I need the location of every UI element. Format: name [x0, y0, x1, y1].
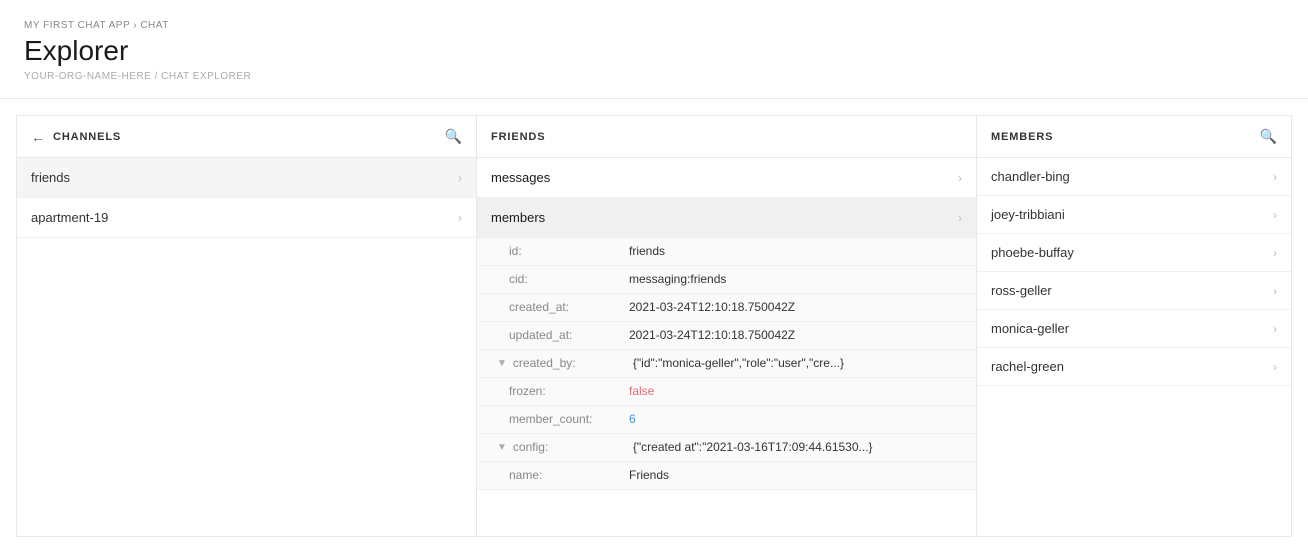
- chevron-right-icon: ›: [1273, 284, 1277, 298]
- detail-row-created-by: ▼ created_by: {"id":"monica-geller","rol…: [477, 350, 976, 378]
- members-panel-title: MEMBERS: [991, 131, 1053, 143]
- member-name: phoebe-buffay: [991, 245, 1074, 260]
- member-item-rachel[interactable]: rachel-green ›: [977, 348, 1291, 386]
- friends-messages-item[interactable]: messages ›: [477, 158, 976, 198]
- member-item-joey[interactable]: joey-tribbiani ›: [977, 196, 1291, 234]
- detail-row-created-at: created_at: 2021-03-24T12:10:18.750042Z: [477, 294, 976, 322]
- channels-panel: ← CHANNELS 🔍 friends › apartment-19 ›: [17, 116, 477, 536]
- detail-value-created-at: 2021-03-24T12:10:18.750042Z: [629, 300, 795, 314]
- detail-row-name: name: Friends: [477, 462, 976, 490]
- detail-value-cid: messaging:friends: [629, 272, 726, 286]
- detail-row-member-count: member_count: 6: [477, 406, 976, 434]
- detail-key-frozen: frozen:: [509, 384, 629, 398]
- detail-key-created-by: created_by:: [513, 356, 633, 370]
- friends-panel: FRIENDS messages › members › id: friends…: [477, 116, 977, 536]
- chevron-right-icon: ›: [1273, 170, 1277, 184]
- members-list: chandler-bing › joey-tribbiani › phoebe-…: [977, 158, 1291, 386]
- detail-value-id: friends: [629, 244, 665, 258]
- member-name: monica-geller: [991, 321, 1069, 336]
- channels-header-left: ← CHANNELS: [31, 129, 121, 145]
- member-name: joey-tribbiani: [991, 207, 1065, 222]
- friends-messages-label: messages: [491, 170, 550, 185]
- members-search-icon[interactable]: 🔍: [1260, 128, 1277, 145]
- member-item-ross[interactable]: ross-geller ›: [977, 272, 1291, 310]
- detail-key-created-at: created_at:: [509, 300, 629, 314]
- detail-row-updated-at: updated_at: 2021-03-24T12:10:18.750042Z: [477, 322, 976, 350]
- friends-members-item[interactable]: members ›: [477, 198, 976, 238]
- chevron-right-icon: ›: [1273, 208, 1277, 222]
- chevron-right-icon: ›: [958, 211, 962, 225]
- detail-row-cid: cid: messaging:friends: [477, 266, 976, 294]
- detail-value-created-by: {"id":"monica-geller","role":"user","cre…: [633, 356, 844, 370]
- friends-panel-header: FRIENDS: [477, 116, 976, 158]
- detail-key-updated-at: updated_at:: [509, 328, 629, 342]
- detail-key-config: config:: [513, 440, 633, 454]
- channels-panel-header: ← CHANNELS 🔍: [17, 116, 476, 158]
- channels-panel-title: CHANNELS: [53, 131, 121, 143]
- member-item-monica[interactable]: monica-geller ›: [977, 310, 1291, 348]
- expand-icon-config: ▼: [497, 442, 507, 453]
- channels-search-icon[interactable]: 🔍: [445, 128, 462, 145]
- page-header: MY FIRST CHAT APP › CHAT Explorer YOUR-O…: [0, 0, 1308, 99]
- chevron-right-icon: ›: [1273, 246, 1277, 260]
- detail-key-member-count: member_count:: [509, 412, 629, 426]
- channel-item-apartment19[interactable]: apartment-19 ›: [17, 198, 476, 238]
- chevron-right-icon: ›: [458, 211, 462, 225]
- channel-item-friends[interactable]: friends ›: [17, 158, 476, 198]
- page-subtitle: YOUR-ORG-NAME-HERE / CHAT EXPLORER: [24, 71, 1284, 82]
- detail-value-name: Friends: [629, 468, 669, 482]
- detail-key-id: id:: [509, 244, 629, 258]
- detail-row-id: id: friends: [477, 238, 976, 266]
- channel-item-label: friends: [31, 170, 70, 185]
- detail-value-frozen: false: [629, 384, 654, 398]
- detail-value-updated-at: 2021-03-24T12:10:18.750042Z: [629, 328, 795, 342]
- breadcrumb: MY FIRST CHAT APP › CHAT: [24, 20, 1284, 31]
- detail-key-cid: cid:: [509, 272, 629, 286]
- detail-key-name: name:: [509, 468, 629, 482]
- chevron-right-icon: ›: [458, 171, 462, 185]
- channels-list: friends › apartment-19 ›: [17, 158, 476, 238]
- back-arrow-icon[interactable]: ←: [31, 129, 45, 145]
- detail-row-config: ▼ config: {"created at":"2021-03-16T17:0…: [477, 434, 976, 462]
- friends-members-label: members: [491, 210, 545, 225]
- member-name: chandler-bing: [991, 169, 1070, 184]
- page-title: Explorer: [24, 35, 1284, 67]
- members-panel: MEMBERS 🔍 chandler-bing › joey-tribbiani…: [977, 116, 1291, 536]
- member-name: rachel-green: [991, 359, 1064, 374]
- members-panel-header: MEMBERS 🔍: [977, 116, 1291, 158]
- friends-panel-title: FRIENDS: [491, 131, 545, 143]
- detail-value-member-count: 6: [629, 412, 636, 426]
- detail-row-frozen: frozen: false: [477, 378, 976, 406]
- chevron-right-icon: ›: [1273, 360, 1277, 374]
- explorer-container: ← CHANNELS 🔍 friends › apartment-19 › FR…: [16, 115, 1292, 537]
- members-detail-section: id: friends cid: messaging:friends creat…: [477, 238, 976, 490]
- member-item-phoebe[interactable]: phoebe-buffay ›: [977, 234, 1291, 272]
- chevron-right-icon: ›: [1273, 322, 1277, 336]
- expand-icon-created-by: ▼: [497, 358, 507, 369]
- chevron-right-icon: ›: [958, 171, 962, 185]
- member-name: ross-geller: [991, 283, 1052, 298]
- detail-value-config: {"created at":"2021-03-16T17:09:44.61530…: [633, 440, 873, 454]
- channel-item-label: apartment-19: [31, 210, 108, 225]
- member-item-chandler[interactable]: chandler-bing ›: [977, 158, 1291, 196]
